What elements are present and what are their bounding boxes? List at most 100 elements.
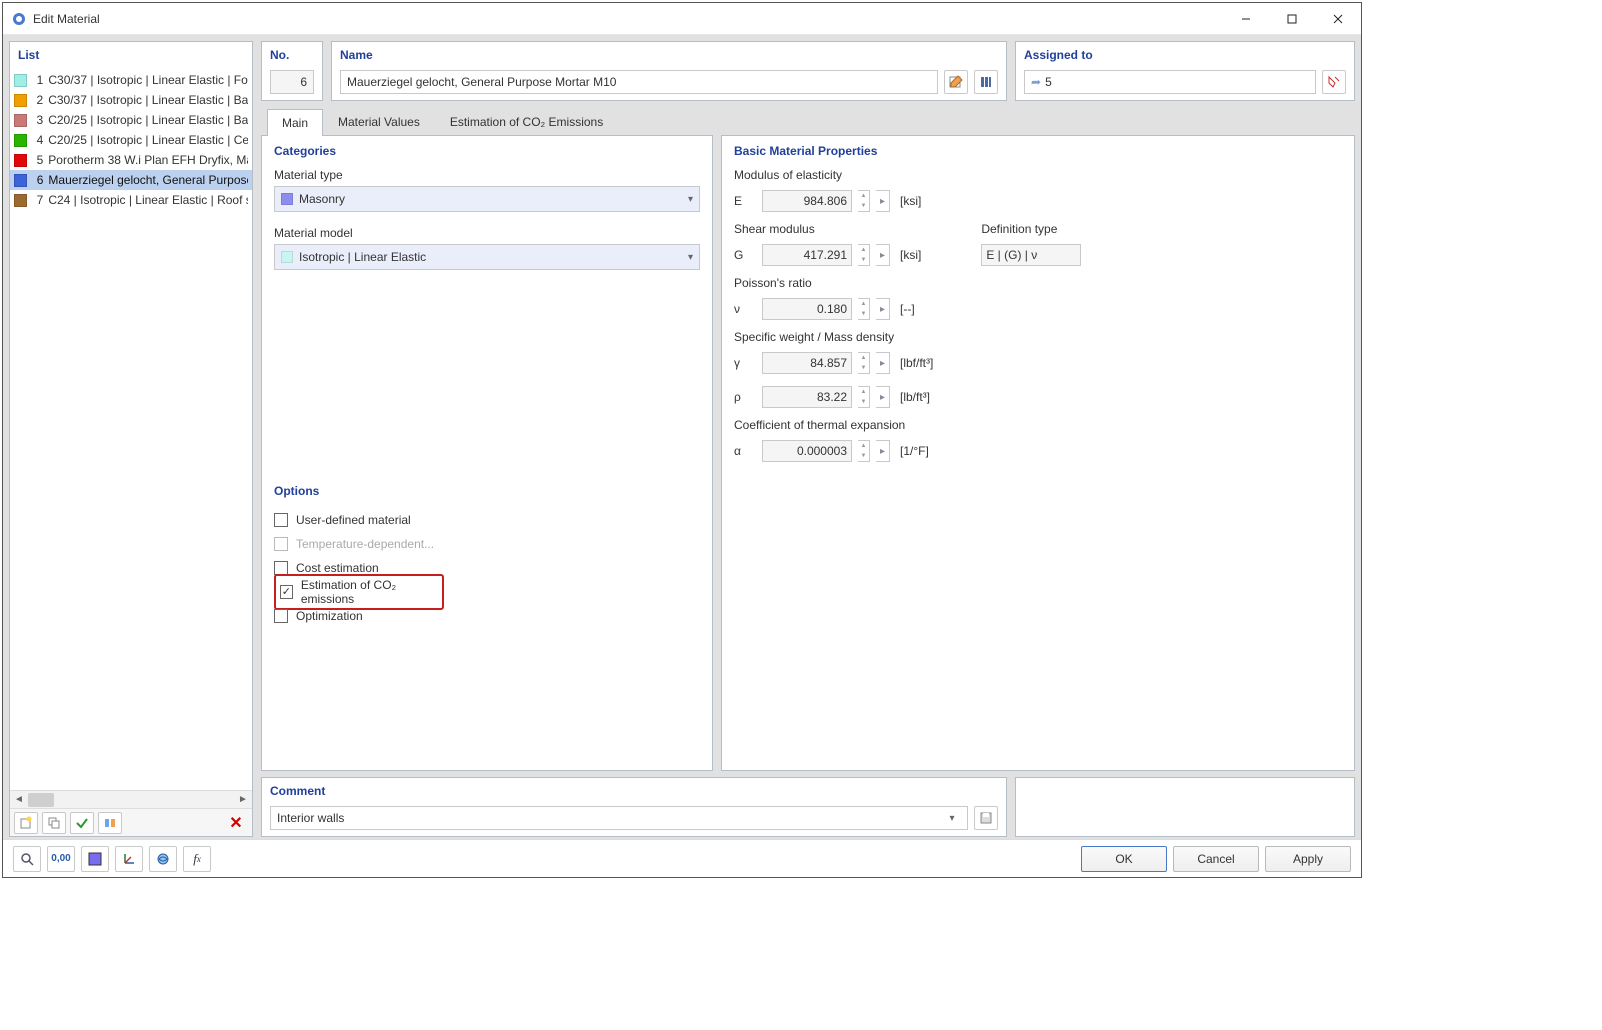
arrow-right-icon[interactable]: ▸ xyxy=(876,190,890,212)
maximize-button[interactable] xyxy=(1269,3,1315,34)
chevron-down-icon: ▾ xyxy=(688,252,693,263)
material-model-select[interactable]: Isotropic | Linear Elastic ▾ xyxy=(274,244,700,270)
list-toolbar: ✕ xyxy=(10,808,252,836)
spinner[interactable]: ▲▼ xyxy=(858,190,870,212)
thermal-label: Coefficient of thermal expansion xyxy=(734,418,1342,432)
apply-button[interactable]: Apply xyxy=(1265,846,1351,872)
sort-button[interactable] xyxy=(98,812,122,834)
delete-button[interactable]: ✕ xyxy=(224,812,248,834)
properties-pane: Basic Material Properties Modulus of ela… xyxy=(721,135,1355,771)
library-button[interactable] xyxy=(974,70,998,94)
shear-row: G 417.291 ▲▼ ▸ [ksi] xyxy=(734,242,921,268)
material-model-label: Material model xyxy=(274,226,700,240)
arrow-right-icon[interactable]: ▸ xyxy=(876,244,890,266)
axes-tool-button[interactable] xyxy=(115,846,143,872)
rho-row: ρ 83.22 ▲▼ ▸ [lb/ft³] xyxy=(734,384,1342,410)
edit-name-button[interactable] xyxy=(944,70,968,94)
check-button[interactable] xyxy=(70,812,94,834)
tab-co2-emissions[interactable]: Estimation of CO₂ Emissions xyxy=(435,108,618,135)
definition-type-value[interactable]: E | (G) | ν xyxy=(981,244,1081,266)
titlebar: Edit Material xyxy=(3,3,1361,35)
arrow-right-icon[interactable]: ▸ xyxy=(876,352,890,374)
formula-tool-button[interactable]: fx xyxy=(183,846,211,872)
scroll-right-icon[interactable]: ► xyxy=(234,792,252,808)
app-icon xyxy=(11,11,27,27)
minimize-button[interactable] xyxy=(1223,3,1269,34)
list-item[interactable]: 3C20/25 | Isotropic | Linear Elastic | B… xyxy=(10,110,252,130)
arrow-right-icon[interactable]: ▸ xyxy=(876,440,890,462)
modulus-value[interactable]: 984.806 xyxy=(762,190,852,212)
comment-input[interactable]: Interior walls ▾ xyxy=(270,806,968,830)
gamma-value[interactable]: 84.857 xyxy=(762,352,852,374)
poisson-row: ν 0.180 ▲▼ ▸ [--] xyxy=(734,296,1342,322)
units-tool-button[interactable]: 0,00 xyxy=(47,846,75,872)
list-item[interactable]: 2C30/37 | Isotropic | Linear Elastic | B… xyxy=(10,90,252,110)
arrow-right-icon[interactable]: ▸ xyxy=(876,386,890,408)
comment-panel: Comment Interior walls ▾ xyxy=(261,777,1007,837)
scroll-thumb[interactable] xyxy=(28,793,54,807)
spinner[interactable]: ▲▼ xyxy=(858,244,870,266)
scroll-left-icon[interactable]: ◄ xyxy=(10,792,28,808)
chevron-down-icon[interactable]: ▾ xyxy=(943,813,961,824)
modulus-label: Modulus of elasticity xyxy=(734,168,1342,182)
shear-label: Shear modulus xyxy=(734,222,921,236)
color-tool-button[interactable] xyxy=(81,846,109,872)
list-item[interactable]: 7C24 | Isotropic | Linear Elastic | Roof… xyxy=(10,190,252,210)
poisson-label: Poisson's ratio xyxy=(734,276,1342,290)
option-temperature-dependent: Temperature-dependent... xyxy=(274,532,700,556)
option-user-defined[interactable]: User-defined material xyxy=(274,508,700,532)
ok-button[interactable]: OK xyxy=(1081,846,1167,872)
weight-label: Specific weight / Mass density xyxy=(734,330,1342,344)
list-item[interactable]: 5Porotherm 38 W.i Plan EFH Dryfix, Mason… xyxy=(10,150,252,170)
globe-tool-button[interactable] xyxy=(149,846,177,872)
comment-save-button[interactable] xyxy=(974,806,998,830)
spinner[interactable]: ▲▼ xyxy=(858,440,870,462)
no-input[interactable]: 6 xyxy=(270,70,314,94)
modulus-row: E 984.806 ▲▼ ▸ [ksi] xyxy=(734,188,1342,214)
list-header: List xyxy=(10,42,252,70)
tab-main[interactable]: Main xyxy=(267,109,323,136)
name-header: Name xyxy=(332,42,1006,70)
assigned-input[interactable]: ➦5 xyxy=(1024,70,1316,94)
pick-assigned-button[interactable] xyxy=(1322,70,1346,94)
material-type-label: Material type xyxy=(274,168,700,182)
arrow-right-icon[interactable]: ▸ xyxy=(876,298,890,320)
alpha-row: α 0.000003 ▲▼ ▸ [1/°F] xyxy=(734,438,1342,464)
properties-title: Basic Material Properties xyxy=(734,144,1342,158)
comment-header: Comment xyxy=(262,778,1006,806)
dialog-footer: 0,00 fx OK Cancel Apply xyxy=(3,839,1361,877)
tab-material-values[interactable]: Material Values xyxy=(323,108,435,135)
cancel-button[interactable]: Cancel xyxy=(1173,846,1259,872)
material-list[interactable]: 1C30/37 | Isotropic | Linear Elastic | F… xyxy=(10,70,252,790)
copy-item-button[interactable] xyxy=(42,812,66,834)
list-item[interactable]: 6Mauerziegel gelocht, General Purpose Mo xyxy=(10,170,252,190)
close-button[interactable] xyxy=(1315,3,1361,34)
shear-value[interactable]: 417.291 xyxy=(762,244,852,266)
alpha-value[interactable]: 0.000003 xyxy=(762,440,852,462)
definition-type-label: Definition type xyxy=(981,222,1081,236)
categories-pane: Categories Material type Masonry ▾ Mater… xyxy=(261,135,713,771)
spinner[interactable]: ▲▼ xyxy=(858,298,870,320)
list-item[interactable]: 1C30/37 | Isotropic | Linear Elastic | F… xyxy=(10,70,252,90)
spinner[interactable]: ▲▼ xyxy=(858,386,870,408)
list-panel: List 1C30/37 | Isotropic | Linear Elasti… xyxy=(9,41,253,837)
option-optimization[interactable]: Optimization xyxy=(274,604,700,628)
options-title: Options xyxy=(274,484,700,498)
rho-value[interactable]: 83.22 xyxy=(762,386,852,408)
tab-strip: Main Material Values Estimation of CO₂ E… xyxy=(261,107,1355,135)
option-co2-emissions[interactable]: Estimation of CO₂ emissions xyxy=(274,580,700,604)
poisson-value[interactable]: 0.180 xyxy=(762,298,852,320)
no-header: No. xyxy=(262,42,322,70)
spinner[interactable]: ▲▼ xyxy=(858,352,870,374)
extra-panel xyxy=(1015,777,1355,837)
assigned-panel: Assigned to ➦5 xyxy=(1015,41,1355,101)
list-item[interactable]: 4C20/25 | Isotropic | Linear Elastic | C… xyxy=(10,130,252,150)
name-input[interactable]: Mauerziegel gelocht, General Purpose Mor… xyxy=(340,70,938,94)
horizontal-scrollbar[interactable]: ◄ ► xyxy=(10,790,252,808)
chevron-down-icon: ▾ xyxy=(688,194,693,205)
material-type-select[interactable]: Masonry ▾ xyxy=(274,186,700,212)
assigned-header: Assigned to xyxy=(1016,42,1354,70)
name-panel: Name Mauerziegel gelocht, General Purpos… xyxy=(331,41,1007,101)
search-tool-button[interactable] xyxy=(13,846,41,872)
new-item-button[interactable] xyxy=(14,812,38,834)
